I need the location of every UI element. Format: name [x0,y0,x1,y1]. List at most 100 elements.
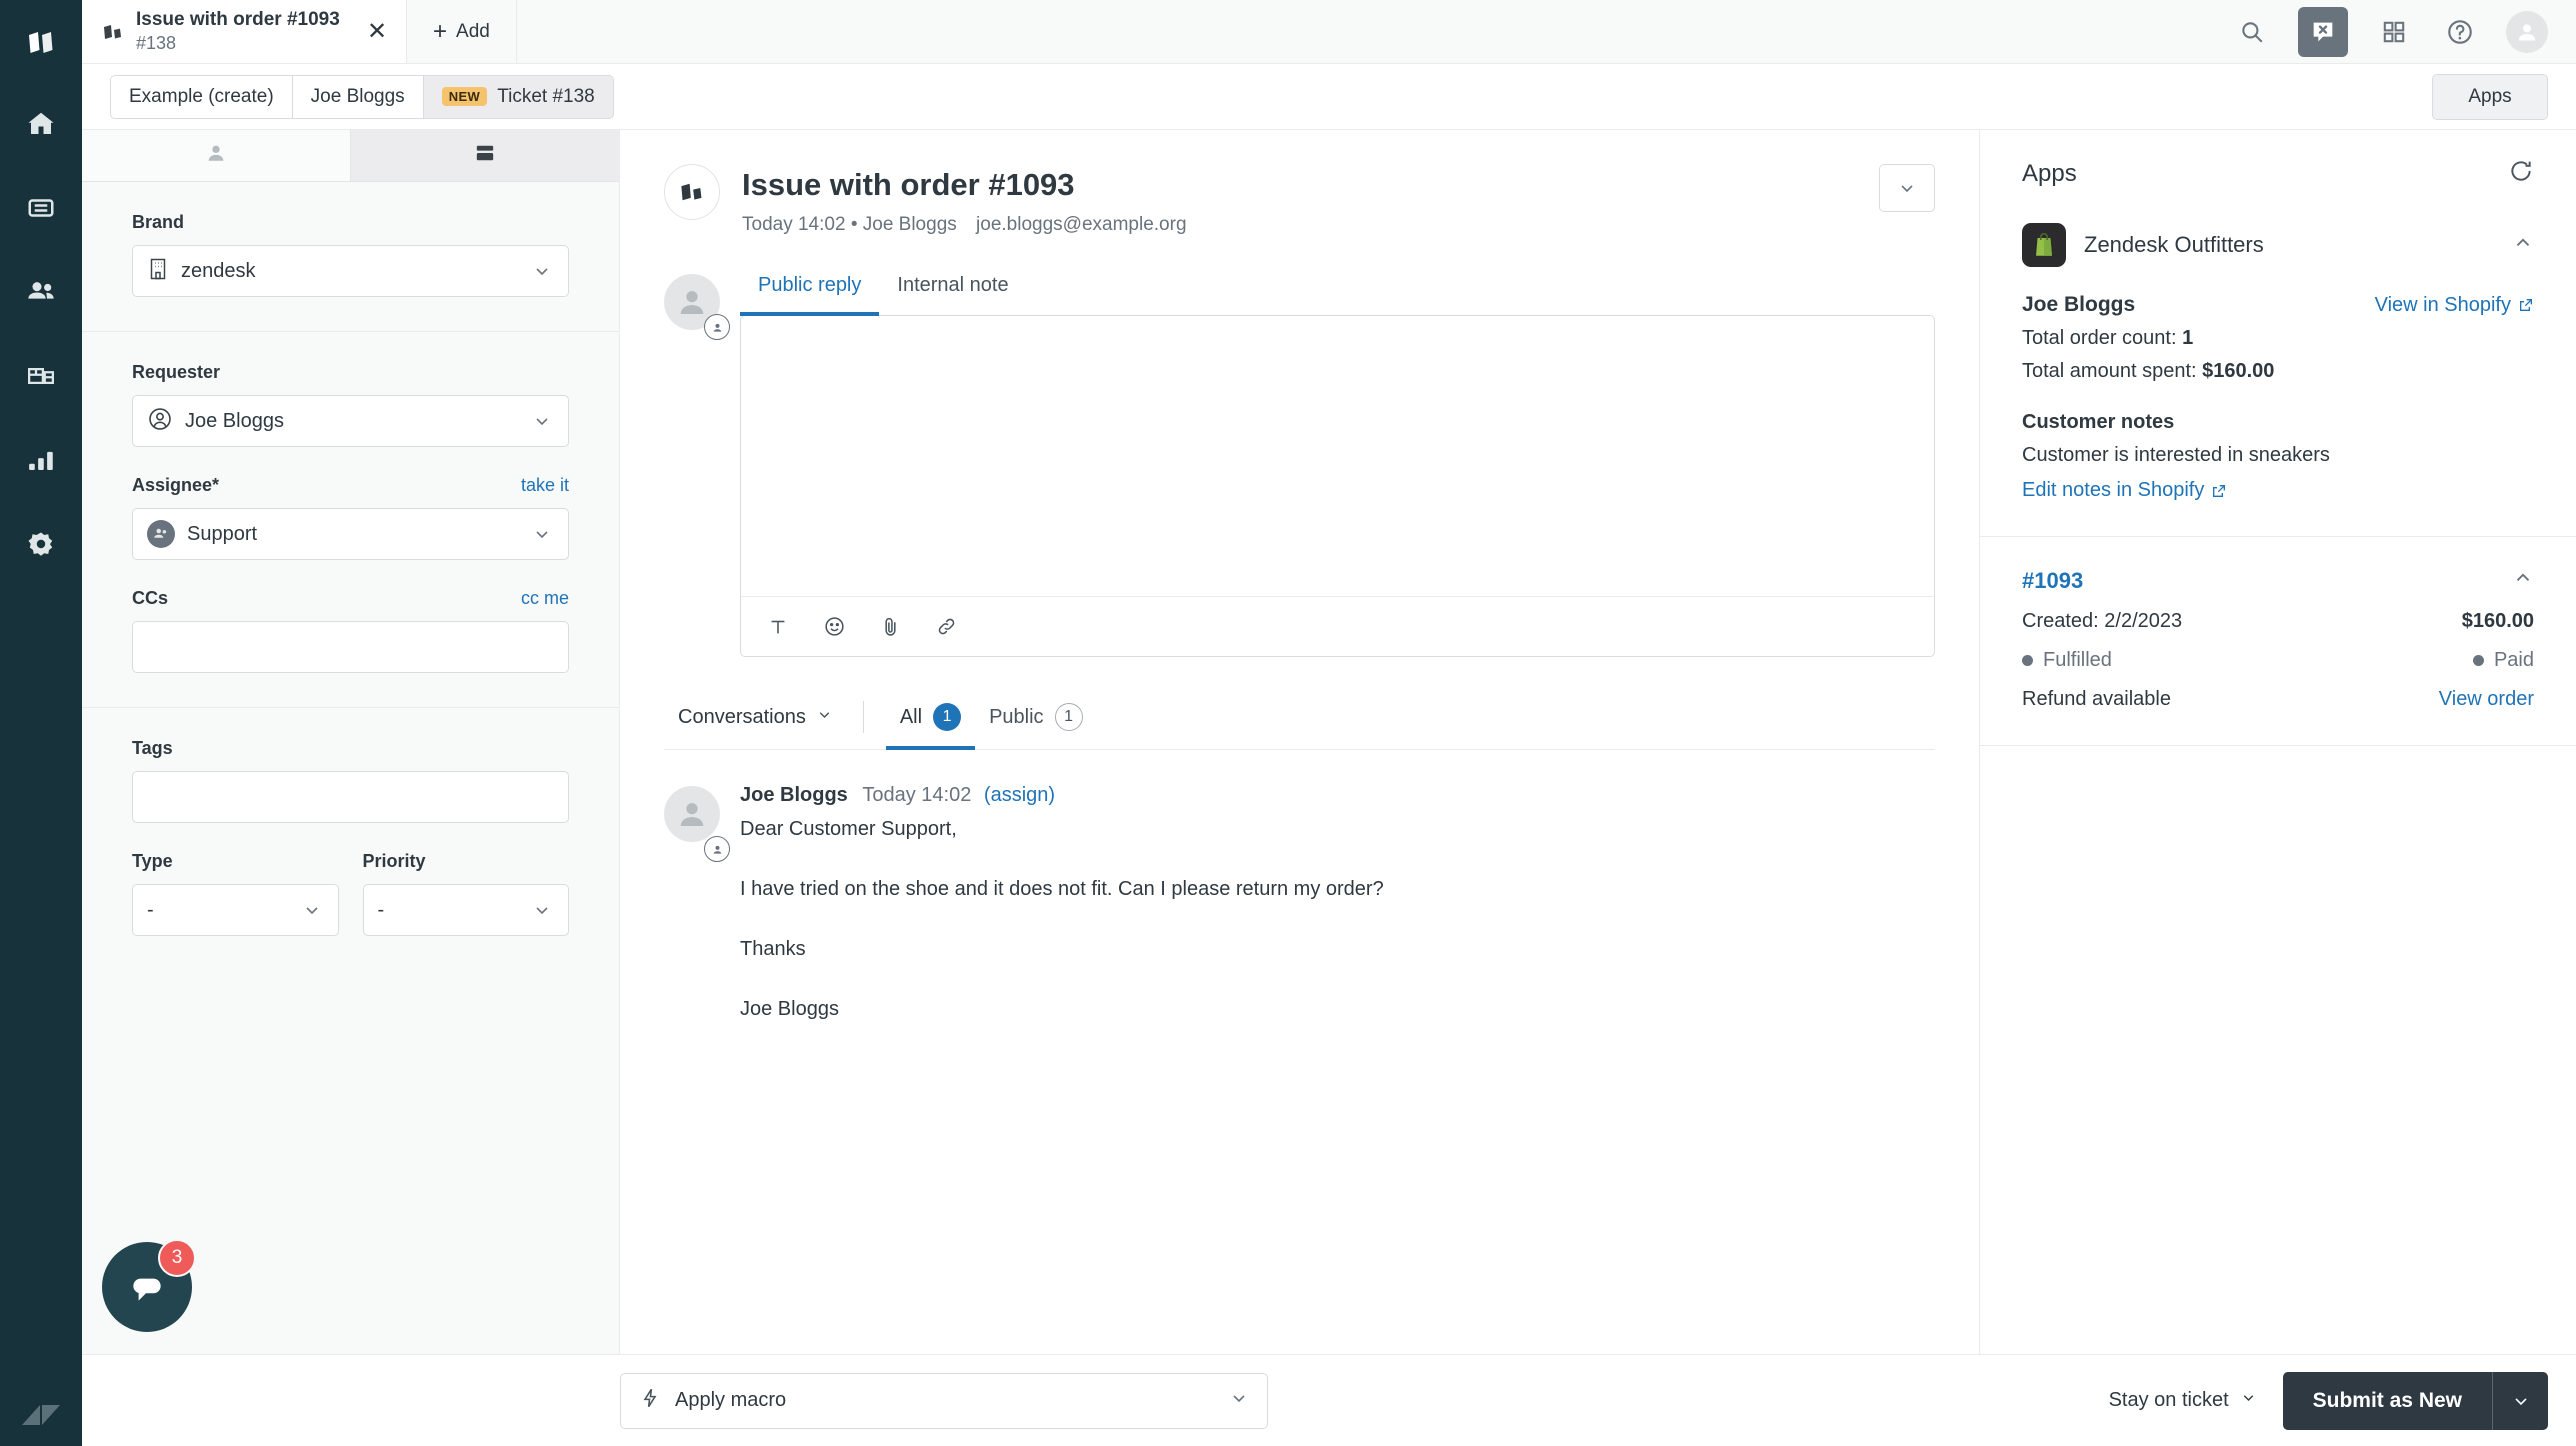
refresh-icon[interactable] [2508,158,2534,189]
chat-launcher[interactable]: 3 [102,1242,192,1332]
type-select[interactable]: - [132,884,339,936]
comment-avatar [664,784,720,1020]
chat-dismiss-icon[interactable] [2298,7,2348,57]
composer-avatar [664,262,720,657]
status-dot-icon [2022,655,2033,666]
sidebar-item-reporting[interactable] [0,418,82,502]
requester-select[interactable]: Joe Bloggs [132,395,569,447]
apply-macro-select[interactable]: Apply macro [620,1373,1268,1429]
assignee-select[interactable]: Support [132,508,569,560]
breadcrumb-item-user[interactable]: Joe Bloggs [293,76,424,118]
order-created-row: Created: 2/2/2023 $160.00 [2022,610,2534,633]
apps-grid-icon[interactable] [2374,12,2414,52]
edit-notes-link[interactable]: Edit notes in Shopify [2022,479,2227,502]
chevron-down-icon [532,524,554,544]
type-field: Type - [132,851,339,936]
tags-label: Tags [132,738,569,759]
view-in-shopify-label: View in Shopify [2375,294,2511,317]
submit-as-new-button[interactable]: Submit as New [2283,1372,2492,1430]
comment-header: Joe Bloggs Today 14:02 (assign) [740,784,1935,807]
comment-time: Today 14:02 [862,784,971,806]
view-order-link[interactable]: View order [2439,688,2534,711]
total-amount-label: Total amount spent: [2022,360,2197,382]
priority-field: Priority - [363,851,570,936]
app-header-row[interactable]: Zendesk Outfitters [2022,211,2534,293]
breadcrumb-item-ticket[interactable]: NEW Ticket #138 [424,76,613,118]
ticket-brand-icon [102,22,124,42]
composer-toolbar [741,596,1934,656]
payment-status-label: Paid [2494,649,2534,672]
tab-all-comments[interactable]: All 1 [886,691,975,750]
sidebar-item-admin[interactable] [0,502,82,586]
close-icon[interactable]: ✕ [362,17,392,47]
order-card: #1093 Created: 2/2/2023 $160.00 Fulfille… [1980,537,2576,746]
order-id-link[interactable]: #1093 [2022,568,2083,594]
top-icon-group [2232,0,2576,63]
type-priority-row: Type - Priority [132,851,569,936]
conversations-selector[interactable]: Conversations [664,694,847,747]
chevron-down-icon [302,900,324,920]
view-in-shopify-link[interactable]: View in Shopify [2375,294,2534,317]
payment-status: Paid [2473,649,2534,672]
tab-internal-note[interactable]: Internal note [879,262,1026,316]
sidebar-item-customers[interactable] [0,250,82,334]
priority-select[interactable]: - [363,884,570,936]
fulfillment-status-label: Fulfilled [2043,649,2112,672]
apps-toggle-button[interactable]: Apps [2432,74,2548,120]
assign-link[interactable]: (assign) [984,784,1055,806]
assignee-label-row: Assignee* take it [132,475,569,496]
search-icon[interactable] [2232,12,2272,52]
breadcrumb-label: Example (create) [129,86,274,108]
submit-options-button[interactable] [2492,1372,2548,1430]
type-label: Type [132,851,339,872]
help-icon[interactable] [2440,12,2480,52]
tab-public-label: Public [989,706,1043,729]
tab-public-reply[interactable]: Public reply [740,262,879,316]
tags-input[interactable] [132,771,569,823]
chevron-up-icon[interactable] [2512,567,2534,594]
order-refund-row: Refund available View order [2022,688,2534,711]
avatar [664,786,720,842]
fulfillment-status: Fulfilled [2022,649,2112,672]
user-icon [205,142,227,169]
workspace-body: Brand zendesk Reques [82,130,2576,1354]
emoji-icon[interactable] [819,612,849,642]
add-tab-button[interactable]: + Add [407,0,517,63]
cc-me-link[interactable]: cc me [521,588,569,609]
edit-notes-label: Edit notes in Shopify [2022,479,2204,502]
tab-customer-context[interactable] [82,130,351,181]
tab-all-count: 1 [933,703,961,731]
apps-panel-title: Apps [2022,160,2077,188]
total-amount-row: Total amount spent: $160.00 [2022,360,2534,383]
apps-panel: Apps Zendesk Out [1980,130,2576,1354]
ccs-input[interactable] [132,621,569,673]
link-icon[interactable] [931,612,961,642]
tab-public-comments[interactable]: Public 1 [975,691,1096,750]
tab-ticket-fields[interactable] [351,130,619,181]
primary-nav-rail [0,0,82,1446]
total-order-count-row: Total order count: 1 [2022,327,2534,350]
comment-paragraph: Dear Customer Support, [740,819,1935,840]
attachment-icon[interactable] [875,612,905,642]
ticket-options-button[interactable] [1879,164,1935,212]
take-it-link[interactable]: take it [521,475,569,496]
brand-value: zendesk [181,260,520,283]
shopify-icon [2022,223,2066,267]
external-link-icon [2518,297,2534,313]
ticket-conversation-pane: Issue with order #1093 Today 14:02 • Joe… [620,130,1980,1354]
zendesk-products-logo-icon[interactable] [0,6,82,82]
stay-on-ticket-select[interactable]: Stay on ticket [2109,1389,2257,1412]
reply-input[interactable] [741,316,1934,596]
breadcrumb-item-example[interactable]: Example (create) [111,76,293,118]
composer-tabs: Public reply Internal note [740,262,1935,315]
user-avatar-icon[interactable] [2506,11,2548,53]
sidebar-item-organizations[interactable] [0,334,82,418]
sidebar-item-views[interactable] [0,166,82,250]
text-format-icon[interactable] [763,612,793,642]
chevron-up-icon[interactable] [2512,232,2534,259]
comment-paragraph: Joe Bloggs [740,999,1935,1020]
sidebar-item-home[interactable] [0,82,82,166]
brand-select[interactable]: zendesk [132,245,569,297]
type-value: - [147,899,290,922]
ticket-tab[interactable]: Issue with order #1093 #138 ✕ [82,0,407,63]
